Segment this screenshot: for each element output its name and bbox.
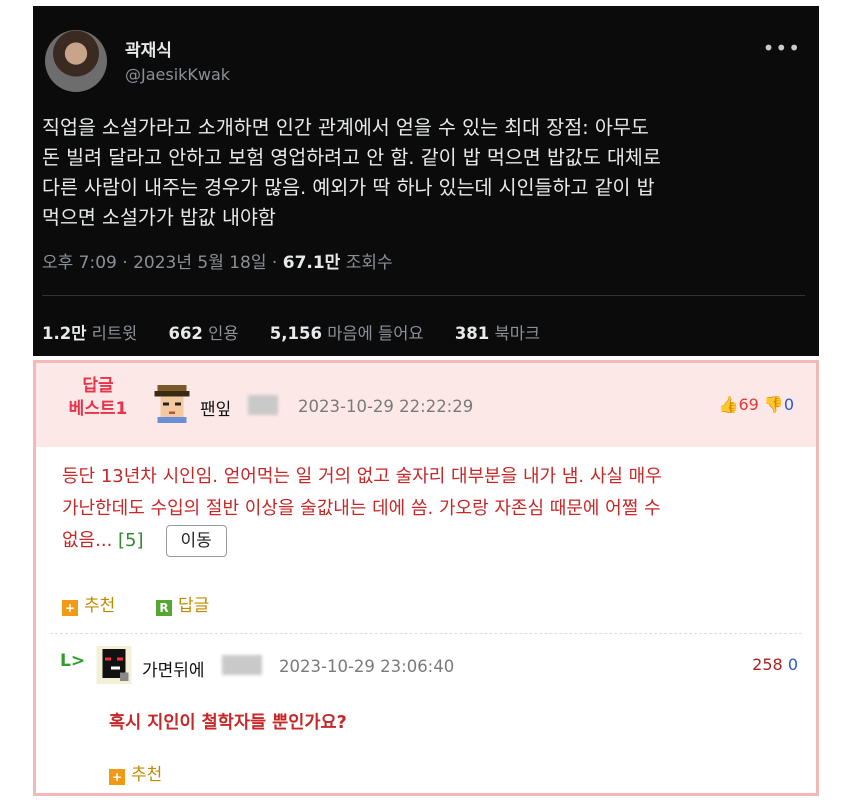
tweet-meta: 오후 7:09 · 2023년 5월 18일 · 67.1만 조회수 bbox=[42, 248, 393, 273]
move-button[interactable]: 이동 bbox=[165, 525, 227, 557]
divider bbox=[42, 295, 805, 296]
comment-text: 등단 13년차 시인임. 얻어먹는 일 거의 없고 술자리 대부분을 내가 냄.… bbox=[62, 461, 802, 557]
tweet-timestamp[interactable]: 오후 7:09 · 2023년 5월 18일 · bbox=[42, 253, 283, 273]
quotes-label: 인용 bbox=[202, 324, 239, 343]
tweet-line: 돈 빌려 달라고 안하고 보험 영업하려고 안 함. 같이 밥 먹으면 밥값도 … bbox=[42, 146, 661, 169]
reply-icon: R bbox=[156, 600, 172, 616]
quotes-stat[interactable]: 662 인용 bbox=[168, 324, 238, 343]
author-avatar[interactable] bbox=[45, 30, 107, 92]
reply-count-link[interactable]: [5] bbox=[118, 530, 144, 551]
best-comment-badge: 답글 베스트1 bbox=[44, 375, 152, 421]
recommend-button[interactable]: + 추천 bbox=[62, 591, 115, 616]
retweets-count: 1.2만 bbox=[42, 324, 87, 343]
comment-truncated-text: 없음... bbox=[62, 530, 113, 551]
best-badge-line: 베스트1 bbox=[68, 399, 128, 419]
recommend-button[interactable]: + 추천 bbox=[109, 760, 162, 785]
comment-line-last: 없음... [5] 이동 bbox=[62, 525, 802, 557]
likes-label: 마음에 들어요 bbox=[321, 324, 424, 343]
comment-line: 가난한데도 수입의 절반 이상을 술값내는 데에 씀. 가오랑 자존심 때문에 … bbox=[62, 498, 661, 519]
quotes-count: 662 bbox=[168, 324, 203, 343]
recommend-label: 추천 bbox=[84, 596, 116, 616]
recommend-label: 추천 bbox=[131, 765, 163, 785]
views-label: 조회수 bbox=[340, 253, 393, 273]
downvote-count: 0 bbox=[783, 395, 794, 414]
downvote-count[interactable]: 0 bbox=[788, 655, 798, 674]
bookmarks-count: 381 bbox=[454, 324, 490, 343]
retweets-stat[interactable]: 1.2만 리트윗 bbox=[42, 324, 137, 343]
thumbs-up-icon[interactable]: 👍 bbox=[719, 395, 739, 414]
upvote-count[interactable]: 258 bbox=[752, 655, 783, 674]
commenter-name[interactable]: 가면뒤에 bbox=[142, 656, 205, 681]
likes-count: 5,156 bbox=[269, 324, 322, 343]
retweets-label: 리트윗 bbox=[86, 324, 138, 343]
reply-arrow-icon: L> bbox=[60, 651, 86, 671]
reply-button[interactable]: R 답글 bbox=[156, 591, 209, 616]
likes-stat[interactable]: 5,156 마음에 들어요 bbox=[270, 324, 424, 343]
comment-date: 2023-10-29 22:22:29 bbox=[298, 397, 474, 416]
author-handle[interactable]: @JaesikKwak bbox=[125, 65, 230, 84]
commenter-avatar[interactable] bbox=[96, 646, 132, 684]
reply-text: 혹시 지인이 철학자들 뿐인가요? bbox=[109, 713, 347, 733]
tweet-text: 직업을 소설가라고 소개하면 인간 관계에서 얻을 수 있는 최대 장점: 아무… bbox=[42, 113, 812, 233]
tweet-card: 곽재식 @JaesikKwak ••• 직업을 소설가라고 소개하면 인간 관계… bbox=[33, 6, 819, 356]
redacted-name bbox=[248, 395, 278, 415]
commenter-name[interactable]: 팬잎 bbox=[200, 395, 231, 420]
tweet-stats: 1.2만 리트윗 662 인용 5,156 마음에 들어요 381 북마크 bbox=[42, 320, 566, 344]
redacted-name bbox=[222, 655, 262, 675]
tweet-line: 먹으면 소설가가 밥값 내야함 bbox=[42, 206, 276, 229]
plus-icon: + bbox=[62, 600, 78, 616]
tweet-line: 다른 사람이 내주는 경우가 많음. 예외가 딱 하나 있는데 시인들하고 같이… bbox=[42, 176, 655, 199]
plus-icon: + bbox=[109, 769, 125, 785]
comment-date: 2023-10-29 23:06:40 bbox=[279, 657, 455, 676]
comment-section: 답글 베스트1 팬잎 2023-10-29 22:22:29 👍69 👎0 등단… bbox=[33, 360, 819, 796]
upvote-count: 69 bbox=[738, 395, 759, 414]
more-options-icon[interactable]: ••• bbox=[763, 36, 801, 60]
bookmarks-stat[interactable]: 381 북마크 bbox=[455, 324, 540, 343]
views-count: 67.1만 bbox=[282, 253, 341, 273]
tweet-line: 직업을 소설가라고 소개하면 인간 관계에서 얻을 수 있는 최대 장점: 아무… bbox=[42, 116, 649, 139]
author-name[interactable]: 곽재식 bbox=[125, 36, 172, 61]
best-badge-line: 답글 bbox=[82, 376, 114, 396]
thumbs-down-icon[interactable]: 👎 bbox=[764, 395, 784, 414]
bookmarks-label: 북마크 bbox=[489, 324, 541, 343]
vote-counts: 258 0 bbox=[752, 655, 798, 674]
vote-counts: 👍69 👎0 bbox=[719, 395, 794, 414]
reply-label: 답글 bbox=[178, 596, 210, 616]
commenter-avatar[interactable] bbox=[154, 385, 190, 423]
comment-line: 등단 13년차 시인임. 얻어먹는 일 거의 없고 술자리 대부분을 내가 냄.… bbox=[62, 466, 662, 487]
comment-separator bbox=[50, 633, 802, 634]
